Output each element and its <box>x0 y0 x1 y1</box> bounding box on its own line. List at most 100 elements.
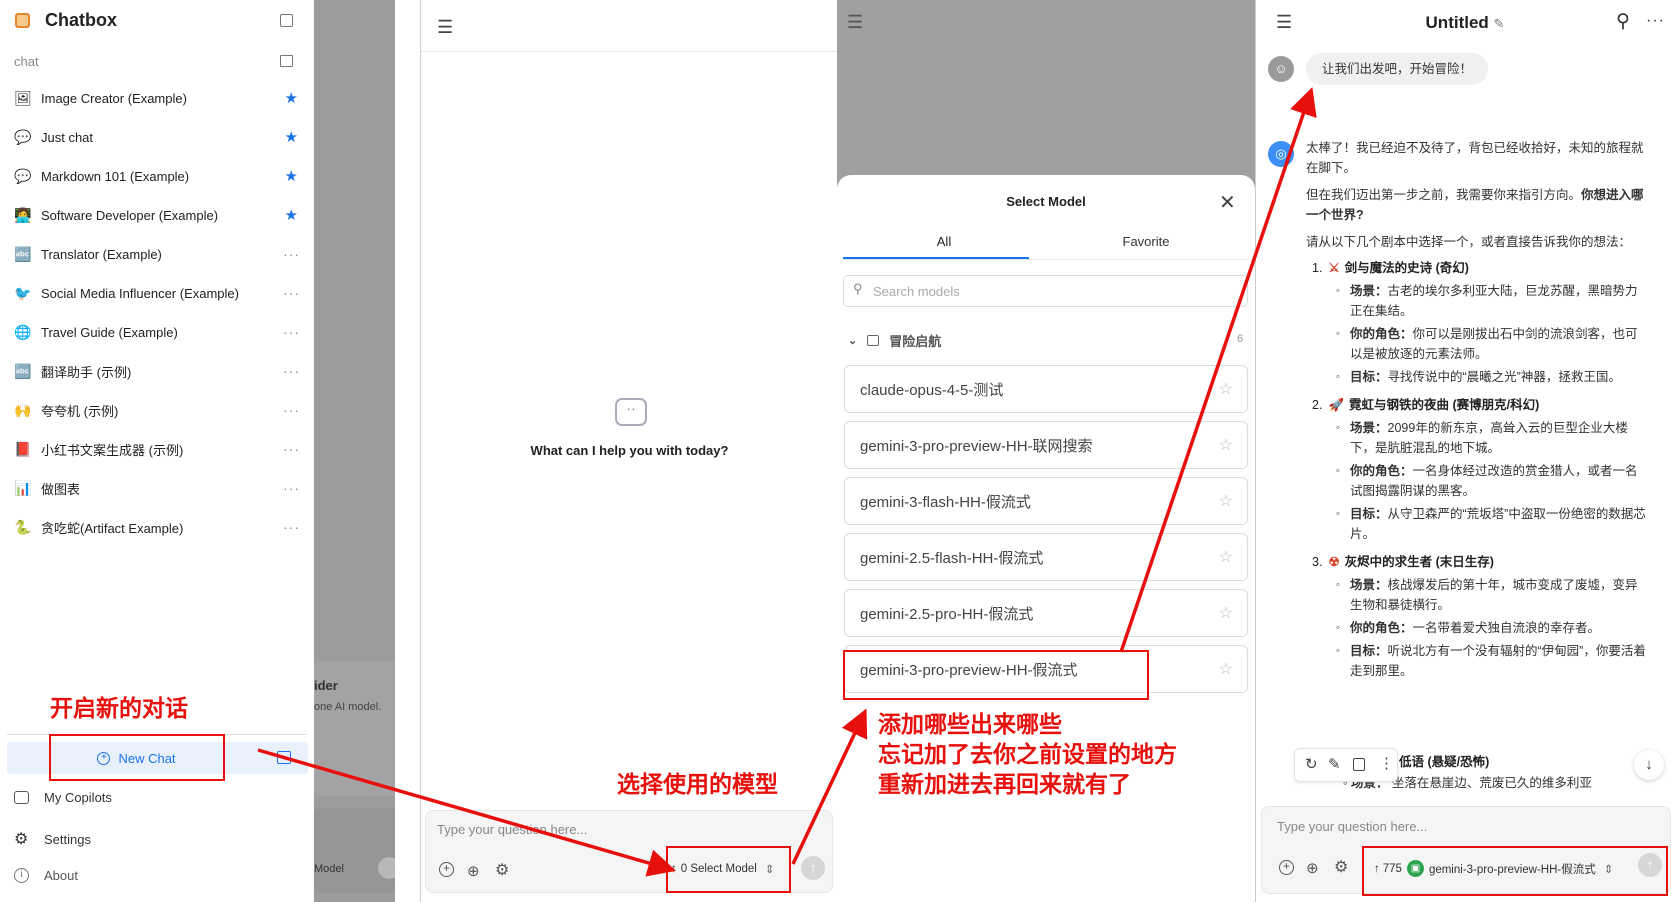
attach-icon[interactable]: + <box>1279 860 1294 875</box>
annotation-add-models: 添加哪些出来哪些 忘记加了去你之前设置的地方 重新加进去再回来就有了 <box>878 709 1177 799</box>
archive-icon[interactable] <box>280 55 293 67</box>
user-avatar: ☺ <box>1268 56 1294 82</box>
settings-icon[interactable]: ⚙ <box>495 860 509 880</box>
attach-icon[interactable]: + <box>439 862 454 877</box>
background-send-button <box>378 857 395 879</box>
sidebar-item[interactable]: 🙌 夸夸机 (示例) ··· <box>14 393 300 427</box>
close-icon[interactable]: ✕ <box>1219 190 1236 215</box>
tab-all[interactable]: All <box>843 234 1045 249</box>
tab-favorite[interactable]: Favorite <box>1045 234 1247 249</box>
sidebar-item[interactable]: 👩‍💻 Software Developer (Example) ★ <box>14 198 300 232</box>
assistant-intro-1: 太棒了！我已经迫不及待了，背包已经收拾好，未知的旅程就在脚下。 <box>1306 141 1644 175</box>
sidebar-item[interactable]: 🐦 Social Media Influencer (Example) ··· <box>14 276 300 310</box>
more-vertical-icon[interactable]: ⋮ <box>1379 754 1394 772</box>
annotation-add-models-line3: 重新加进去再回来就有了 <box>878 771 1131 797</box>
sidebar-item-label: Translator (Example) <box>41 246 162 262</box>
more-icon[interactable]: ··· <box>283 285 300 301</box>
model-option[interactable]: claude-opus-4-5-测试 ☆ <box>844 365 1248 413</box>
model-group-header[interactable]: ⌄ 冒险启航 <box>848 331 941 350</box>
more-icon[interactable]: ··· <box>283 480 300 496</box>
collapse-sidebar-icon[interactable] <box>280 14 293 27</box>
scroll-down-button[interactable]: ↓ <box>1634 750 1664 780</box>
model-option[interactable]: gemini-3-flash-HH-假流式 ☆ <box>844 477 1248 525</box>
background-input <box>314 808 395 893</box>
send-button[interactable]: ↑ <box>801 856 825 880</box>
star-icon[interactable]: ★ <box>285 128 298 146</box>
menu-icon[interactable]: ☰ <box>437 17 454 38</box>
sidebar-item[interactable]: 🖼 Image Creator (Example) ★ <box>14 81 300 115</box>
favorite-star-icon[interactable]: ☆ <box>1219 547 1233 567</box>
bullet-icon: ◦ <box>1336 422 1340 434</box>
sidebar-item[interactable]: 🐍 贪吃蛇(Artifact Example) ··· <box>14 510 300 544</box>
scenario-detail-key: 目标： <box>1350 370 1388 384</box>
sidebar-item[interactable]: 🔤 Translator (Example) ··· <box>14 237 300 271</box>
conversation-title: Untitled ✎ <box>1256 13 1673 33</box>
about-item[interactable]: i About <box>14 868 78 883</box>
favorite-star-icon[interactable]: ☆ <box>1219 435 1233 455</box>
assistant-message: 太棒了！我已经迫不及待了，背包已经收拾好，未知的旅程就在脚下。 但在我们迈出第一… <box>1306 138 1648 681</box>
question-input[interactable]: Type your question here... <box>437 822 587 837</box>
settings-item[interactable]: ⚙ Settings <box>14 829 91 849</box>
star-icon[interactable]: ★ <box>285 206 298 224</box>
backdrop-menu-icon: ☰ <box>847 12 864 32</box>
annotation-new-chat: 开启新的对话 <box>50 695 188 721</box>
model-option-label: gemini-3-pro-preview-HH-联网搜索 <box>860 437 1093 455</box>
more-icon[interactable]: ··· <box>283 363 300 379</box>
settings-icon[interactable]: ⚙ <box>1334 857 1348 877</box>
more-icon[interactable]: ··· <box>283 519 300 535</box>
model-option[interactable]: gemini-3-pro-preview-HH-联网搜索 ☆ <box>844 421 1248 469</box>
scenario-title: 2. 🚀 霓虹与钢铁的夜曲 (赛博朋克/科幻) <box>1306 395 1648 415</box>
star-icon[interactable]: ★ <box>285 167 298 185</box>
bullet-icon: ◦ <box>1336 622 1340 634</box>
star-icon[interactable]: ★ <box>285 89 298 107</box>
more-icon[interactable]: ··· <box>283 402 300 418</box>
copilot-icon <box>14 791 29 804</box>
sidebar-item[interactable]: 💬 Markdown 101 (Example) ★ <box>14 159 300 193</box>
model-search-input[interactable]: Search models <box>873 284 960 299</box>
scenario-detail: ◦ 场景：核战爆发后的第十年，城市变成了废墟，变异生物和暴徒横行。 <box>1306 575 1648 615</box>
scenario-detail: ◦ 你的角色：一名身体经过改造的赏金猎人，或者一名试图揭露阴谋的黑客。 <box>1306 461 1648 501</box>
new-chat-settings-icon[interactable] <box>277 751 291 764</box>
annotation-select-model: 选择使用的模型 <box>617 771 778 797</box>
edit-icon[interactable]: ✎ <box>1328 755 1341 773</box>
scenario-detail-key: 你的角色： <box>1350 464 1413 478</box>
model-option[interactable]: gemini-2.5-pro-HH-假流式 ☆ <box>844 589 1248 637</box>
web-search-icon[interactable]: ⊕ <box>467 862 480 880</box>
sidebar-item[interactable]: 🔤 翻译助手 (示例) ··· <box>14 354 300 388</box>
sidebar-item[interactable]: 📊 做图表 ··· <box>14 471 300 505</box>
web-search-icon[interactable]: ⊕ <box>1306 859 1319 877</box>
scenario-number: 1. <box>1312 261 1323 275</box>
favorite-star-icon[interactable]: ☆ <box>1219 603 1233 623</box>
model-option[interactable]: gemini-2.5-flash-HH-假流式 ☆ <box>844 533 1248 581</box>
model-option-label: claude-opus-4-5-测试 <box>860 381 1004 399</box>
favorite-star-icon[interactable]: ☆ <box>1219 491 1233 511</box>
scenario-block: 1. ⚔ 剑与魔法的史诗 (奇幻) ◦ 场景：古老的埃尔多利亚大陆，巨龙苏醒，黑暗势力正… <box>1306 258 1648 387</box>
sidebar-item[interactable]: 📕 小红书文案生成器 (示例) ··· <box>14 432 300 466</box>
user-message-bubble: 让我们出发吧，开始冒险！ <box>1306 53 1489 85</box>
scenario-title-text: 霓虹与钢铁的夜曲 (赛博朋克/科幻) <box>1349 398 1540 412</box>
model-option-label: gemini-2.5-pro-HH-假流式 <box>860 605 1034 623</box>
background-fragment-desc: one AI model. <box>314 701 382 713</box>
developer-avatar-icon: 👩‍💻 <box>14 206 32 223</box>
scenario-title-text: 剑与魔法的史诗 (奇幻) <box>1344 261 1469 275</box>
edit-title-icon[interactable]: ✎ <box>1494 16 1505 31</box>
model-group-label: 冒险启航 <box>889 334 942 349</box>
scenario-detail-value: 一名带着爱犬独自流浪的幸存者。 <box>1412 621 1601 635</box>
sidebar-item[interactable]: 🌐 Travel Guide (Example) ··· <box>14 315 300 349</box>
sidebar-item[interactable]: 💬 Just chat ★ <box>14 120 300 154</box>
more-icon[interactable]: ··· <box>1646 12 1665 30</box>
sidebar-item-label: 夸夸机 (示例) <box>41 403 119 419</box>
favorite-star-icon[interactable]: ☆ <box>1219 379 1233 399</box>
empty-chat-panel: ☰ ·· What can I help you with today? Typ… <box>420 0 837 902</box>
more-icon[interactable]: ··· <box>283 246 300 262</box>
search-icon[interactable]: ⚲ <box>1616 10 1630 33</box>
my-copilots-item[interactable]: My Copilots <box>14 790 112 805</box>
question-input[interactable]: Type your question here... <box>1277 819 1427 834</box>
copy-icon[interactable] <box>1353 758 1365 771</box>
regenerate-icon[interactable]: ↻ <box>1305 755 1318 773</box>
scenario-detail-value: 从守卫森严的“荒坂塔”中盗取一份绝密的数据芯片。 <box>1350 507 1646 541</box>
image-icon: 🖼 <box>14 89 32 106</box>
favorite-star-icon[interactable]: ☆ <box>1219 659 1233 679</box>
more-icon[interactable]: ··· <box>283 324 300 340</box>
more-icon[interactable]: ··· <box>283 441 300 457</box>
